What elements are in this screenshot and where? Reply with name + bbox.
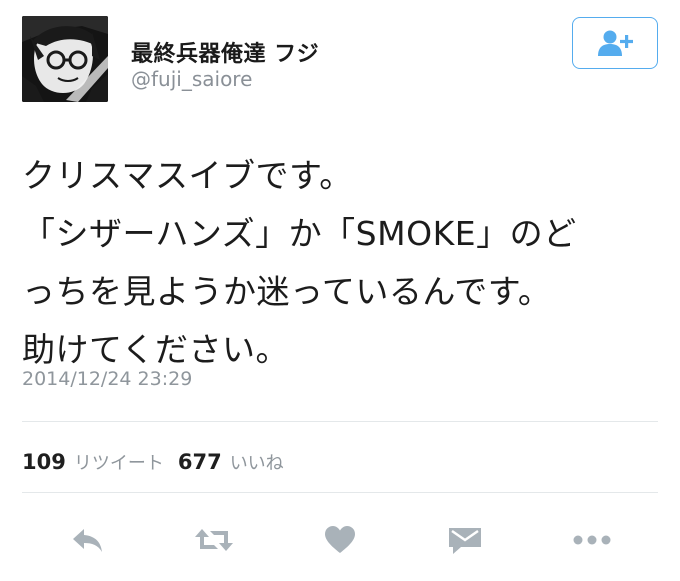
more-options-button[interactable] (562, 516, 622, 564)
heart-icon (325, 526, 355, 553)
tweet-timestamp[interactable]: 2014/12/24 23:29 (22, 368, 192, 390)
follow-button[interactable] (572, 17, 658, 69)
divider (22, 421, 658, 422)
divider (22, 492, 658, 493)
tweet-line: 「シザーハンズ」か「SMOKE」のど (22, 214, 577, 253)
tweet-line: クリスマスイブです。 (22, 156, 353, 195)
direct-message-icon (449, 528, 481, 554)
retweet-icon (195, 529, 233, 551)
display-name[interactable]: 最終兵器俺達 フジ (131, 36, 319, 68)
action-bar (22, 516, 658, 564)
like-label[interactable]: いいね (230, 449, 284, 475)
avatar[interactable] (22, 16, 108, 102)
retweet-label[interactable]: リツイート (74, 449, 164, 475)
avatar-image (22, 16, 108, 102)
reply-button[interactable] (58, 516, 118, 564)
like-button[interactable] (310, 516, 370, 564)
retweet-count[interactable]: 109 (22, 450, 66, 474)
tweet-line: っちを見ようか迷っているんです。 (22, 272, 552, 311)
retweet-button[interactable] (184, 516, 244, 564)
follow-user-icon (598, 30, 633, 56)
more-dots-icon (573, 535, 611, 545)
direct-message-button[interactable] (435, 516, 495, 564)
tweet-card: 最終兵器俺達 フジ @fuji_saiore クリスマスイブです。 「シザーハン… (0, 0, 680, 581)
tweet-stats: 109 リツイート 677 いいね (22, 449, 298, 475)
like-count[interactable]: 677 (178, 450, 222, 474)
tweet-text: クリスマスイブです。 「シザーハンズ」か「SMOKE」のど っちを見ようか迷って… (22, 147, 662, 379)
reply-icon (73, 529, 102, 552)
user-handle[interactable]: @fuji_saiore (131, 67, 252, 91)
